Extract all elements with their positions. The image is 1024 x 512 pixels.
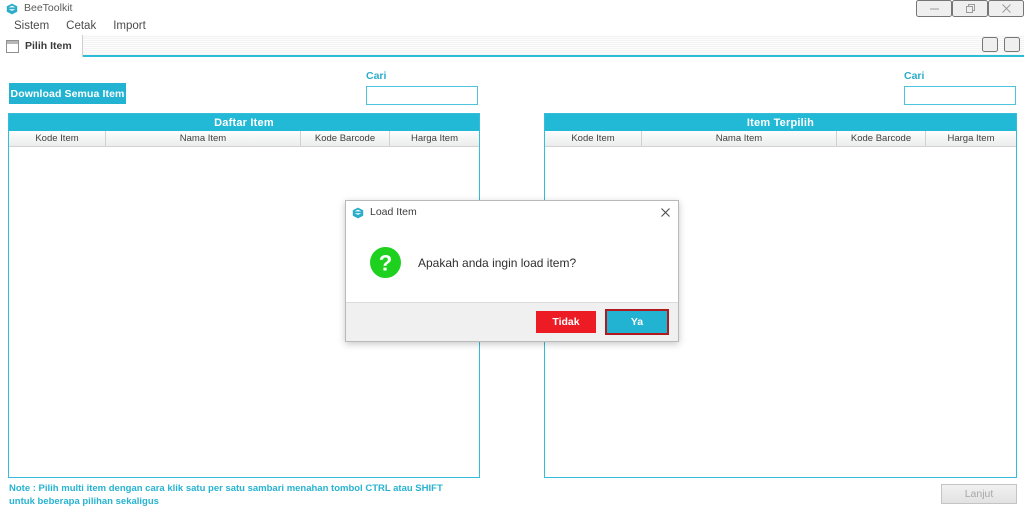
column-harga-item[interactable]: Harga Item (926, 131, 1016, 146)
search-left-input[interactable] (366, 85, 478, 105)
daftar-item-grid-header: Kode Item Nama Item Kode Barcode Harga I… (9, 131, 479, 147)
window-controls (916, 0, 1024, 17)
ya-button[interactable]: Ya (605, 309, 669, 335)
dialog-footer: Tidak Ya (346, 303, 678, 341)
minimize-icon[interactable] (916, 0, 952, 17)
mdi-close-icon[interactable] (1004, 37, 1020, 52)
dialog-message: Apakah anda ingin load item? (418, 255, 577, 270)
search-right-label: Cari (904, 70, 925, 82)
daftar-item-title: Daftar Item (9, 114, 479, 131)
beetoolkit-hex-icon (352, 206, 364, 219)
column-nama-item[interactable]: Nama Item (642, 131, 837, 146)
window-title: BeeToolkit (24, 2, 73, 14)
dialog-title-bar: Load Item (346, 201, 678, 223)
column-nama-item[interactable]: Nama Item (106, 131, 301, 146)
item-terpilih-title: Item Terpilih (545, 114, 1016, 131)
menu-bar: Sistem Cetak Import (0, 17, 1024, 35)
lanjut-button[interactable]: Lanjut (941, 484, 1017, 504)
mdi-restore-icon[interactable] (982, 37, 998, 52)
menu-item-import[interactable]: Import (105, 18, 155, 35)
restore-icon[interactable] (952, 0, 988, 17)
search-left-group: Cari (366, 70, 478, 105)
search-right-input[interactable] (904, 85, 1016, 105)
download-semua-item-button[interactable]: Download Semua Item (9, 83, 126, 104)
dialog-body: ? Apakah anda ingin load item? (346, 223, 678, 303)
svg-text:?: ? (379, 251, 392, 276)
menu-item-cetak[interactable]: Cetak (58, 18, 105, 35)
dialog-title: Load Item (370, 206, 417, 218)
column-kode-barcode[interactable]: Kode Barcode (301, 131, 390, 146)
app-window: BeeToolkit Sistem Cetak Import Pilih Ite… (0, 0, 1024, 512)
column-kode-barcode[interactable]: Kode Barcode (837, 131, 926, 146)
beetoolkit-hex-icon (6, 3, 18, 15)
green-question-icon: ? (369, 246, 402, 279)
close-icon[interactable] (988, 0, 1024, 17)
search-right-group: Cari (904, 70, 1016, 105)
load-item-dialog: Load Item ? Apakah anda ingin load item?… (345, 200, 679, 342)
footer-note: Note : Pilih multi item dengan cara klik… (9, 483, 443, 507)
window-icon (6, 39, 19, 53)
mdi-tab-strip: Pilih Item (0, 35, 1024, 57)
column-harga-item[interactable]: Harga Item (390, 131, 479, 146)
close-icon[interactable] (656, 203, 674, 221)
mdi-controls (982, 37, 1020, 52)
title-bar: BeeToolkit (0, 0, 1024, 17)
column-kode-item[interactable]: Kode Item (545, 131, 642, 146)
search-left-label: Cari (366, 70, 387, 82)
tidak-button[interactable]: Tidak (536, 311, 596, 333)
tab-label: Pilih Item (25, 40, 72, 52)
column-kode-item[interactable]: Kode Item (9, 131, 106, 146)
item-terpilih-grid-header: Kode Item Nama Item Kode Barcode Harga I… (545, 131, 1016, 147)
tab-pilih-item[interactable]: Pilih Item (0, 35, 83, 57)
menu-item-sistem[interactable]: Sistem (6, 18, 58, 35)
